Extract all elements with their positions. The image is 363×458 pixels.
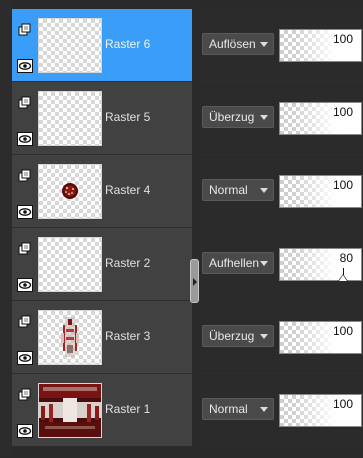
layer-group-icon[interactable] bbox=[16, 313, 34, 331]
opacity-value: 100 bbox=[332, 397, 353, 411]
layer-name: Raster 2 bbox=[105, 256, 151, 270]
layer-properties-row: Überzug 100 bbox=[200, 301, 363, 374]
panel-splitter-handle[interactable] bbox=[190, 259, 199, 303]
chevron-down-icon bbox=[260, 406, 268, 412]
layer-row-raster-5[interactable]: Raster 5 bbox=[12, 82, 192, 155]
blend-mode-select[interactable]: Überzug bbox=[202, 325, 274, 347]
blend-mode-select[interactable]: Überzug bbox=[202, 106, 274, 128]
layer-name: Raster 6 bbox=[105, 37, 151, 51]
chevron-down-icon bbox=[260, 114, 268, 120]
opacity-field[interactable]: 100 bbox=[279, 321, 362, 354]
blend-mode-value: Überzug bbox=[209, 110, 255, 124]
panel-left-edge bbox=[0, 0, 12, 457]
decorative-figure-image bbox=[61, 317, 79, 357]
eye-icon[interactable] bbox=[16, 422, 34, 440]
layer-group-icon[interactable] bbox=[16, 240, 34, 258]
opacity-value: 100 bbox=[332, 105, 353, 119]
layer-group-icon[interactable] bbox=[16, 21, 34, 39]
layers-panel: Raster 6 Raster 5 Raster 4 Raster 2 Rast… bbox=[0, 0, 363, 457]
layer-thumbnail bbox=[38, 18, 102, 73]
blend-mode-select[interactable]: Aufhellen bbox=[202, 252, 274, 274]
opacity-field[interactable]: 100 bbox=[279, 29, 362, 62]
layer-row-raster-3[interactable]: Raster 3 bbox=[12, 301, 192, 374]
layer-row-raster-2[interactable]: Raster 2 bbox=[12, 228, 192, 301]
chevron-down-icon bbox=[260, 41, 268, 47]
layer-name: Raster 4 bbox=[105, 183, 151, 197]
layer-properties-row: Normal 100 bbox=[200, 155, 363, 228]
layer-properties-row: Normal 100 bbox=[200, 374, 363, 447]
opacity-field[interactable]: 100 bbox=[279, 175, 362, 208]
eye-icon[interactable] bbox=[16, 276, 34, 294]
background-pattern-image bbox=[39, 384, 101, 437]
layer-name: Raster 1 bbox=[105, 402, 151, 416]
opacity-value: 100 bbox=[332, 324, 353, 338]
blend-mode-value: Normal bbox=[209, 183, 248, 197]
layer-group-icon[interactable] bbox=[16, 94, 34, 112]
layer-group-icon[interactable] bbox=[16, 386, 34, 404]
layer-properties-row: Aufhellen 80 bbox=[200, 228, 363, 301]
opacity-value: 100 bbox=[332, 178, 353, 192]
blend-mode-select[interactable]: Normal bbox=[202, 398, 274, 420]
layer-name: Raster 5 bbox=[105, 110, 151, 124]
eye-icon[interactable] bbox=[16, 57, 34, 75]
layer-list: Raster 6 Raster 5 Raster 4 Raster 2 Rast… bbox=[12, 9, 192, 447]
layer-thumbnail bbox=[38, 237, 102, 292]
layer-properties: Auflösen 100 Überzug 100 Normal 100 Aufh… bbox=[200, 9, 363, 447]
eye-icon[interactable] bbox=[16, 203, 34, 221]
eye-icon[interactable] bbox=[16, 349, 34, 367]
panel-splitter-arrow-icon bbox=[193, 278, 197, 286]
opacity-value: 80 bbox=[339, 251, 353, 265]
layer-row-raster-1[interactable]: Raster 1 bbox=[12, 374, 192, 447]
opacity-marker-tip bbox=[339, 275, 347, 281]
chevron-down-icon bbox=[260, 187, 268, 193]
chevron-down-icon bbox=[260, 260, 268, 266]
opacity-value: 100 bbox=[332, 32, 353, 46]
blend-mode-value: Aufhellen bbox=[209, 256, 260, 270]
blend-mode-select[interactable]: Normal bbox=[202, 179, 274, 201]
ornament-sphere-image bbox=[62, 183, 78, 199]
layer-name: Raster 3 bbox=[105, 329, 151, 343]
eye-icon[interactable] bbox=[16, 130, 34, 148]
layer-thumbnail bbox=[38, 164, 102, 219]
layer-properties-row: Auflösen 100 bbox=[200, 9, 363, 82]
opacity-field[interactable]: 100 bbox=[279, 102, 362, 135]
layer-thumbnail bbox=[38, 383, 102, 438]
blend-mode-select[interactable]: Auflösen bbox=[202, 33, 274, 55]
panel-divider bbox=[192, 0, 200, 457]
blend-mode-value: Überzug bbox=[209, 329, 255, 343]
chevron-down-icon bbox=[260, 333, 268, 339]
layer-row-icons bbox=[16, 386, 34, 458]
layer-row-raster-4[interactable]: Raster 4 bbox=[12, 155, 192, 228]
blend-mode-value: Auflösen bbox=[209, 37, 256, 51]
layer-group-icon[interactable] bbox=[16, 167, 34, 185]
opacity-field[interactable]: 100 bbox=[279, 394, 362, 427]
layer-row-raster-6[interactable]: Raster 6 bbox=[12, 9, 192, 82]
blend-mode-value: Normal bbox=[209, 402, 248, 416]
layer-properties-row: Überzug 100 bbox=[200, 82, 363, 155]
opacity-field[interactable]: 80 bbox=[279, 248, 362, 281]
layer-thumbnail bbox=[38, 310, 102, 365]
layer-thumbnail bbox=[38, 91, 102, 146]
